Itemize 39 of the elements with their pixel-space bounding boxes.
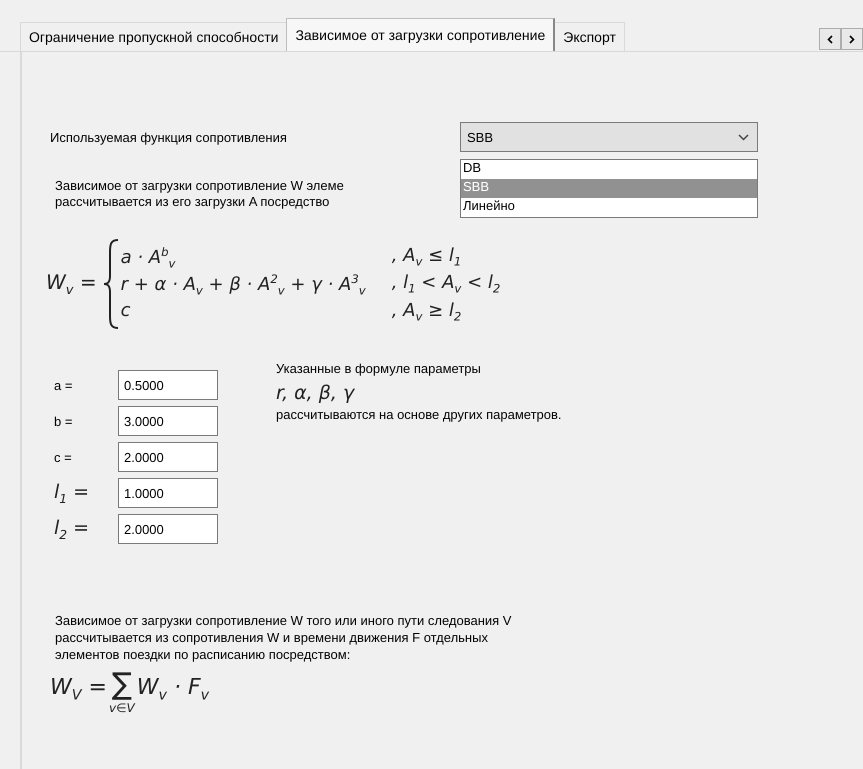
function-dropdown[interactable]: SBB — [460, 122, 758, 152]
tab[interactable]: Зависимое от загрузки сопротивление — [286, 18, 556, 51]
chevron-left-icon — [827, 34, 833, 44]
formula-text: c — [120, 300, 132, 323]
field-label: Используемая функция сопротивления — [50, 130, 288, 144]
parameter-label: l$_{1}$ = — [53, 480, 90, 506]
formula-text: , A$_{v}$ ≤ l$_{1}$ — [392, 244, 462, 270]
parameter-field[interactable]: 2.0000 — [118, 514, 218, 544]
description-text: Зависимое от загрузки сопротивление W того или иного пути следования V — [55, 612, 512, 629]
chevron-down-icon — [738, 134, 749, 140]
formula-text: , A$_{v}$ ≥ l$_{2}$ — [392, 300, 462, 324]
formula-text: W$_{v}$ = — [46, 270, 97, 298]
scroll-left-button[interactable] — [819, 28, 841, 50]
parameter-field[interactable]: 2.0000 — [118, 442, 218, 472]
formula-text: v∈V — [108, 701, 135, 715]
description-text: элементов поездки по расписанию посредством: — [55, 646, 350, 663]
sum-sign: ∑ — [112, 669, 132, 701]
parameter-label: b = — [53, 414, 74, 428]
formula-text: , l$_{1}$ < A$_{v}$ < l$_{2}$ — [392, 272, 500, 298]
formula-text: W$_{v}$ · F$_{v}$ — [136, 674, 210, 704]
scroll-right-button[interactable] — [841, 28, 863, 50]
parameter-label: c = — [53, 450, 73, 464]
dropdown-option[interactable]: DB — [461, 160, 757, 179]
description-text: рассчитывается из сопротивления W и времени движения F отдельных — [55, 629, 488, 646]
note-text: Указанные в формуле параметры — [276, 360, 482, 378]
tab[interactable]: Ограничение пропускной способности — [20, 22, 288, 51]
description-text: рассчитывается из его загрузки A посредство — [55, 194, 330, 210]
note-text: рассчитываются на основе других параметров. — [276, 406, 562, 424]
formula-text: r, α, β, γ — [276, 384, 354, 402]
parameter-label: a = — [53, 378, 74, 392]
parameter-field[interactable]: 3.0000 — [118, 406, 218, 436]
parameter-label: l$_{2}$ = — [53, 516, 90, 542]
dropdown-option[interactable]: Линейно — [461, 198, 757, 217]
parameter-field[interactable]: 1.0000 — [118, 478, 218, 508]
description-text: Зависимое от загрузки сопротивление W элеме — [55, 178, 344, 194]
tab[interactable]: Экспорт — [554, 22, 625, 51]
chevron-right-icon — [849, 34, 855, 44]
parameter-field[interactable]: 0.5000 — [118, 370, 218, 400]
formula-text: W$_{V}$ = — [50, 674, 107, 704]
